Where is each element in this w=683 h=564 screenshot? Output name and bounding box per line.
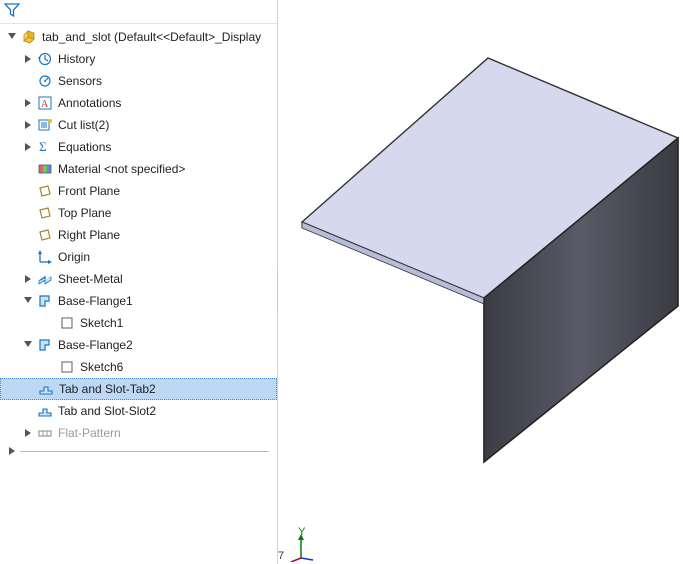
tree-item-label: Right Plane bbox=[58, 228, 277, 242]
tree-item[interactable]: Sheet-Metal bbox=[0, 268, 277, 290]
cutlist-icon bbox=[36, 117, 54, 133]
tree-item[interactable]: Sketch6 bbox=[0, 356, 277, 378]
tree-rollback-separator[interactable] bbox=[0, 444, 277, 458]
tree-item-label: Origin bbox=[58, 250, 277, 264]
tree-item-label: History bbox=[58, 52, 277, 66]
tree-item[interactable]: History bbox=[0, 48, 277, 70]
history-icon bbox=[36, 51, 54, 67]
equations-icon: Σ bbox=[36, 139, 54, 155]
plane-icon bbox=[36, 183, 54, 199]
tree-item-label: Top Plane bbox=[58, 206, 277, 220]
feature-tree-panel: tab_and_slot (Default<<Default>_Display … bbox=[0, 0, 278, 564]
chevron-down-icon[interactable] bbox=[22, 295, 34, 307]
tree-item[interactable]: Sketch1 bbox=[0, 312, 277, 334]
triad-seven: 7 bbox=[278, 550, 284, 562]
filter-icon[interactable] bbox=[4, 2, 20, 21]
tree-root-label: tab_and_slot (Default<<Default>_Display bbox=[42, 30, 277, 44]
tabslot-icon bbox=[37, 381, 55, 397]
tree-item-label: Tab and Slot-Slot2 bbox=[58, 404, 277, 418]
orientation-triad: 7 Y bbox=[278, 532, 329, 562]
chevron-right-icon[interactable] bbox=[22, 97, 34, 109]
tree-item-label: Sensors bbox=[58, 74, 277, 88]
filter-bar bbox=[0, 0, 277, 24]
flange-icon bbox=[36, 337, 54, 353]
tree-root[interactable]: tab_and_slot (Default<<Default>_Display bbox=[0, 26, 277, 48]
tree-item-label: Material <not specified> bbox=[58, 162, 277, 176]
plane-icon bbox=[36, 227, 54, 243]
tree-item-label: Equations bbox=[58, 140, 277, 154]
flange-icon bbox=[36, 293, 54, 309]
triad-y-label: Y bbox=[298, 526, 305, 538]
chevron-right-icon[interactable] bbox=[6, 445, 18, 457]
tree-item[interactable]: Origin bbox=[0, 246, 277, 268]
tree-item[interactable]: Base-Flange1 bbox=[0, 290, 277, 312]
origin-icon bbox=[36, 249, 54, 265]
svg-text:A: A bbox=[41, 99, 49, 110]
sketch-icon bbox=[58, 359, 76, 375]
tree-item[interactable]: Right Plane bbox=[0, 224, 277, 246]
chevron-down-icon[interactable] bbox=[22, 339, 34, 351]
chevron-right-icon[interactable] bbox=[22, 119, 34, 131]
feature-tree[interactable]: tab_and_slot (Default<<Default>_Display … bbox=[0, 24, 277, 564]
tree-item[interactable]: Sensors bbox=[0, 70, 277, 92]
tree-item-label: Base-Flange1 bbox=[58, 294, 277, 308]
sketch-icon bbox=[58, 315, 76, 331]
tree-item-label: Sketch1 bbox=[80, 316, 277, 330]
annotations-icon: A bbox=[36, 95, 54, 111]
tree-item-label: Sheet-Metal bbox=[58, 272, 277, 286]
material-icon bbox=[36, 161, 54, 177]
tree-item[interactable]: Tab and Slot-Slot2 bbox=[0, 400, 277, 422]
tree-item[interactable]: Σ Equations bbox=[0, 136, 277, 158]
tree-item[interactable]: Tab and Slot-Tab2 bbox=[0, 378, 277, 400]
model-3d bbox=[278, 0, 683, 564]
graphics-viewport[interactable]: 7 Y bbox=[278, 0, 683, 564]
tree-item-label: Flat-Pattern bbox=[58, 426, 277, 440]
part-icon bbox=[20, 29, 38, 45]
tree-item-label: Front Plane bbox=[58, 184, 277, 198]
tabslot-icon bbox=[36, 403, 54, 419]
tree-item[interactable]: Top Plane bbox=[0, 202, 277, 224]
flatpattern-icon bbox=[36, 425, 54, 441]
chevron-right-icon[interactable] bbox=[22, 141, 34, 153]
chevron-right-icon[interactable] bbox=[22, 427, 34, 439]
tree-item[interactable]: Front Plane bbox=[0, 180, 277, 202]
tree-item-label: Base-Flange2 bbox=[58, 338, 277, 352]
tree-item[interactable]: Material <not specified> bbox=[0, 158, 277, 180]
tree-item[interactable]: A Annotations bbox=[0, 92, 277, 114]
tree-item-label: Tab and Slot-Tab2 bbox=[59, 382, 276, 396]
tree-item-label: Sketch6 bbox=[80, 360, 277, 374]
tree-item-label: Annotations bbox=[58, 96, 277, 110]
sheetmetal-icon bbox=[36, 271, 54, 287]
tree-item[interactable]: Base-Flange2 bbox=[0, 334, 277, 356]
chevron-down-icon[interactable] bbox=[6, 31, 18, 43]
tree-item-label: Cut list(2) bbox=[58, 118, 277, 132]
chevron-right-icon[interactable] bbox=[22, 273, 34, 285]
tree-item[interactable]: Cut list(2) bbox=[0, 114, 277, 136]
tree-item[interactable]: Flat-Pattern bbox=[0, 422, 277, 444]
svg-text:Σ: Σ bbox=[39, 139, 47, 154]
chevron-right-icon[interactable] bbox=[22, 53, 34, 65]
plane-icon bbox=[36, 205, 54, 221]
sensors-icon bbox=[36, 73, 54, 89]
